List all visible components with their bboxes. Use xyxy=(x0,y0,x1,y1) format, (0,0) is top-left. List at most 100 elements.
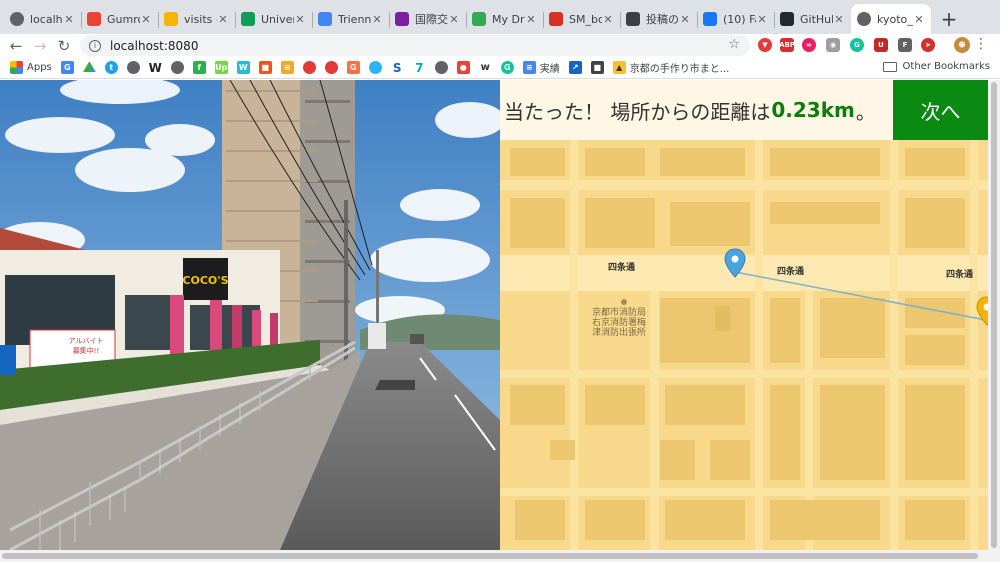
new-tab-icon[interactable]: + xyxy=(935,4,963,34)
browser-tab[interactable]: SM_book✕ xyxy=(543,4,620,34)
ublock-extension-icon[interactable]: U xyxy=(874,38,888,52)
bookmark-twitter[interactable]: t xyxy=(104,61,118,74)
camera-extension-icon[interactable]: ◉ xyxy=(826,38,840,52)
bookmark-w[interactable]: W xyxy=(149,61,162,75)
tab-title: 国際交流 xyxy=(415,13,448,26)
bookmark-globe-4[interactable] xyxy=(434,61,448,74)
map-canvas xyxy=(500,140,988,550)
profile-avatar-icon[interactable]: ☻ xyxy=(954,37,970,53)
browser-tab[interactable]: Gumroad✕ xyxy=(81,4,158,34)
vertical-scrollbar[interactable] xyxy=(988,80,1000,550)
back-icon[interactable]: ← xyxy=(4,37,28,55)
forward-icon[interactable]: → xyxy=(28,37,52,55)
street-view-panorama[interactable]: COCO'S アルバイト 募集中!! xyxy=(0,80,500,550)
address-bar[interactable]: i localhost:8080 ☆ xyxy=(80,35,750,56)
tab-title: visits - xyxy=(184,12,217,26)
tab-close-icon[interactable]: ✕ xyxy=(756,13,768,26)
wordpress-icon: w xyxy=(478,61,492,74)
browser-tab[interactable]: localhost✕ xyxy=(4,4,81,34)
bookmark-wantedly[interactable]: W xyxy=(236,61,250,74)
browser-tab[interactable]: GitHub✕ xyxy=(774,4,851,34)
site-info-icon[interactable]: i xyxy=(89,39,101,52)
browser-tab[interactable]: visits - ✕ xyxy=(158,4,235,34)
next-button[interactable]: 次へ xyxy=(893,80,988,140)
bookmark-arrow[interactable]: ↗ xyxy=(568,61,582,74)
twitter-icon: t xyxy=(104,61,118,74)
tab-close-icon[interactable]: ✕ xyxy=(602,13,614,26)
browser-tab[interactable]: kyoto_g✕ xyxy=(851,4,931,34)
tab-close-icon[interactable]: ✕ xyxy=(63,13,75,26)
browser-tab[interactable]: 国際交流✕ xyxy=(389,4,466,34)
tab-close-icon[interactable]: ✕ xyxy=(217,13,229,26)
dark-square-icon: ■ xyxy=(590,61,604,74)
bookmark-wp[interactable]: w xyxy=(478,61,492,74)
bookmark-globe-2[interactable] xyxy=(170,61,184,74)
poi-line-1: 京都市消防局 xyxy=(592,308,647,318)
page-content: COCO'S アルバイト 募集中!! 四条通 四条通 四条通 京都市消防局 右京… xyxy=(0,80,1000,562)
result-map[interactable]: 四条通 四条通 四条通 京都市消防局 右京消防署梅 津消防出張所 xyxy=(500,80,988,550)
pointer-extension-icon[interactable]: ➤ xyxy=(921,38,935,52)
tab-close-icon[interactable]: ✕ xyxy=(448,13,460,26)
tab-close-icon[interactable]: ✕ xyxy=(833,13,845,26)
orange-app-icon: ■ xyxy=(258,61,272,74)
bookmark-upwork[interactable]: Up xyxy=(214,61,228,74)
street-label-shijo-1: 四条通 xyxy=(608,263,636,273)
bookmark-globe-3[interactable] xyxy=(368,61,382,74)
bookmark-stack[interactable]: ≡ xyxy=(280,61,294,74)
frame-extension-icon[interactable]: F xyxy=(898,38,912,52)
horizontal-scroll-thumb[interactable] xyxy=(2,553,978,559)
browser-tab[interactable]: Universe✕ xyxy=(235,4,312,34)
bookmark-maps[interactable]: ● xyxy=(456,61,470,74)
red-circle-icon xyxy=(324,61,338,74)
vivaldi-extension-icon[interactable]: ▼ xyxy=(758,38,772,52)
reload-icon[interactable]: ↻ xyxy=(52,37,76,55)
bookmark-globe-1[interactable] xyxy=(126,61,140,74)
tab-close-icon[interactable]: ✕ xyxy=(140,13,152,26)
pdf-icon xyxy=(549,12,563,26)
bookmark-orange[interactable]: ■ xyxy=(258,61,272,74)
grammarly-extension-icon[interactable]: G xyxy=(850,38,864,52)
bookmark-gumroad[interactable]: G xyxy=(346,61,360,74)
street-label-shijo-2: 四条通 xyxy=(777,267,805,277)
tab-close-icon[interactable]: ✕ xyxy=(679,13,691,26)
bookmark-star-icon[interactable]: ☆ xyxy=(728,37,740,52)
tab-close-icon[interactable]: ✕ xyxy=(525,13,537,26)
browser-tab[interactable]: My Drive✕ xyxy=(466,4,543,34)
link-extension-icon[interactable]: ∞ xyxy=(802,38,816,52)
globe-icon xyxy=(10,12,24,26)
tab-close-icon[interactable]: ✕ xyxy=(371,13,383,26)
bookmark-feedly[interactable]: f xyxy=(192,61,206,74)
tab-close-icon[interactable]: ✕ xyxy=(294,13,306,26)
horizontal-scrollbar[interactable] xyxy=(0,550,1000,562)
bookmark-jisseki[interactable]: ≡ 実績 xyxy=(522,60,560,75)
guess-pin-icon[interactable] xyxy=(724,248,746,278)
poi-line-3: 津消防出張所 xyxy=(592,328,647,338)
browser-tab[interactable]: Triennale✕ xyxy=(312,4,389,34)
browser-tab[interactable]: 投稿の編集✕ xyxy=(620,4,697,34)
koryu-icon xyxy=(395,12,409,26)
bookmark-kyoto[interactable]: ▲ 京都の手作り市まと... xyxy=(612,60,729,75)
vertical-scroll-thumb[interactable] xyxy=(991,82,997,548)
arrow-icon: ↗ xyxy=(568,61,582,74)
banner-line2: 募集中!! xyxy=(73,346,100,355)
upwork-icon: Up xyxy=(214,61,228,74)
seven-icon: 7 xyxy=(412,61,426,75)
bookmark-s[interactable]: S xyxy=(390,61,404,75)
adblock-extension-icon[interactable]: ABP xyxy=(779,38,795,52)
bookmark-drive[interactable] xyxy=(82,61,96,74)
bookmark-translate[interactable]: G xyxy=(60,61,74,74)
bookmark-seven[interactable]: 7 xyxy=(412,61,426,75)
url-text[interactable]: localhost:8080 xyxy=(110,39,198,53)
bookmark-apps[interactable]: Apps xyxy=(10,61,52,74)
bookmark-red-1[interactable] xyxy=(302,61,316,74)
browser-tab[interactable]: (10) Face✕ xyxy=(697,4,774,34)
bookmark-grammarly[interactable]: G xyxy=(500,61,514,74)
bookmark-red-2[interactable] xyxy=(324,61,338,74)
answer-pin-icon[interactable] xyxy=(976,296,988,326)
bookmark-dark[interactable]: ■ xyxy=(590,61,604,74)
other-bookmarks[interactable]: Other Bookmarks xyxy=(882,61,990,72)
tab-title: GitHub xyxy=(800,12,833,26)
cocos-sign-text: COCO'S xyxy=(182,274,228,287)
tab-close-icon[interactable]: ✕ xyxy=(913,13,925,26)
more-menu-icon[interactable]: ⋮ xyxy=(974,36,988,52)
